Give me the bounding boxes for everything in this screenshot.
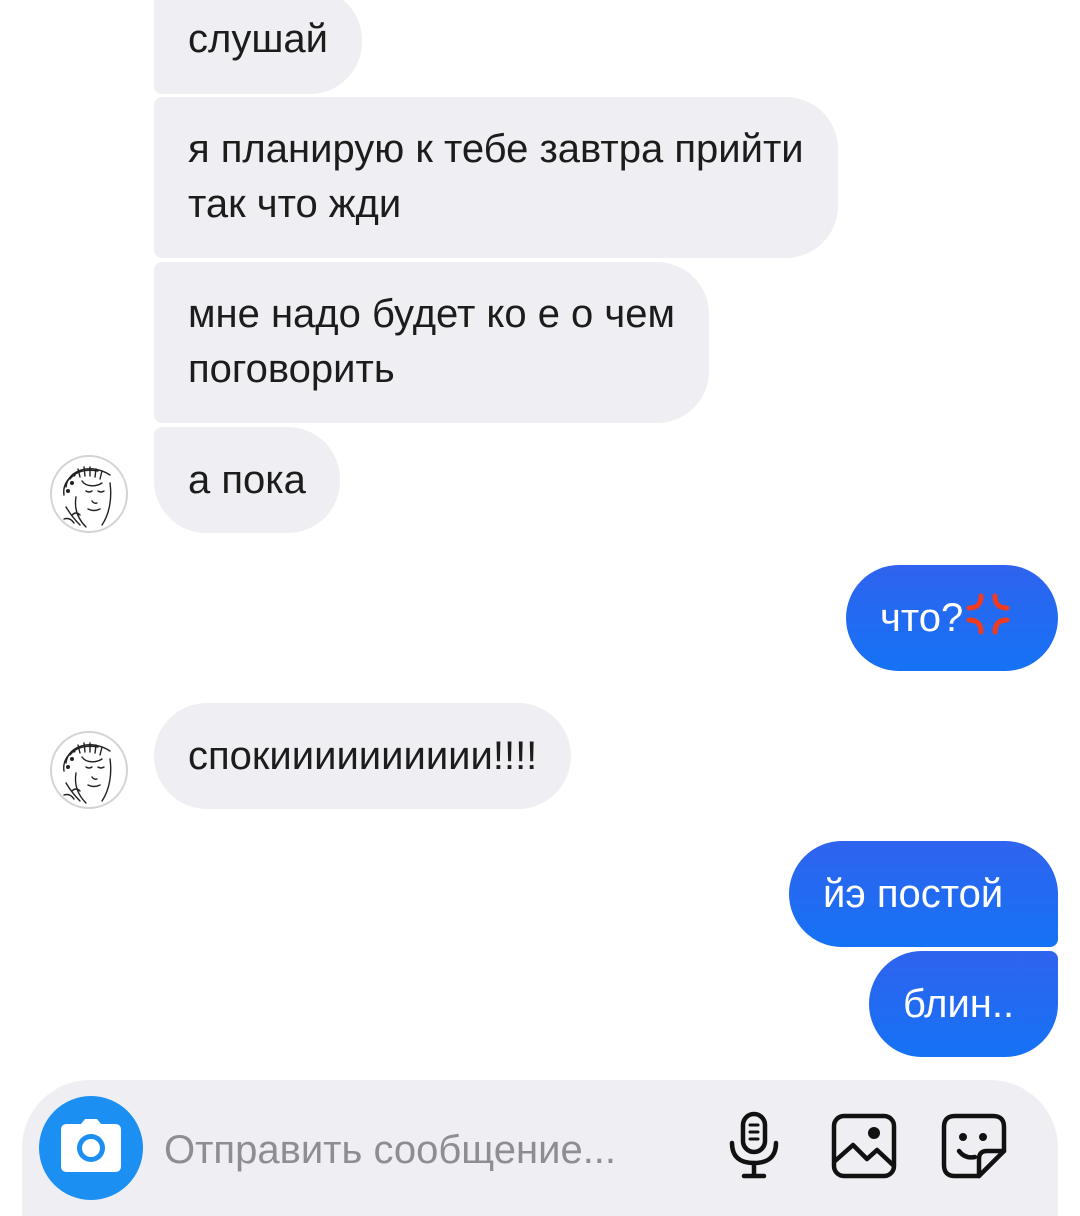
sticker-button[interactable] <box>939 1110 1009 1186</box>
message-text: йэ постой <box>823 872 1004 916</box>
image-gallery-icon <box>831 1113 897 1184</box>
message-input[interactable] <box>164 1115 704 1185</box>
sticker-icon <box>941 1113 1007 1184</box>
message-text: а пока <box>188 458 306 502</box>
gallery-button[interactable] <box>829 1110 899 1186</box>
contact-avatar[interactable] <box>50 455 128 533</box>
message-bubble-incoming[interactable]: я планирую к тебе завтра прийти так что … <box>154 97 838 258</box>
message-text: спокииииииииии!!!! <box>188 734 538 778</box>
message-bubble-incoming[interactable]: мне надо будет ко е о чем поговорить <box>154 262 709 423</box>
message-text: что? <box>880 596 964 640</box>
message-bubble-outgoing[interactable]: йэ постой <box>789 841 1058 947</box>
message-bubble-incoming[interactable]: спокииииииииии!!!! <box>154 703 572 809</box>
camera-button[interactable] <box>39 1096 143 1200</box>
message-bubble-incoming[interactable]: слушай <box>154 0 363 94</box>
message-bubble-incoming[interactable]: а пока <box>154 427 340 533</box>
message-text-line: так что жди <box>188 182 402 226</box>
contact-avatar[interactable] <box>50 731 128 809</box>
message-text-line: я планирую к тебе завтра прийти <box>188 127 804 171</box>
message-text-line: мне надо будет ко е о чем <box>188 292 675 336</box>
anger-symbol-emoji <box>965 591 1011 652</box>
message-text-line: поговорить <box>188 347 395 391</box>
camera-icon <box>59 1118 123 1179</box>
message-text: блин.. <box>903 982 1015 1026</box>
microphone-button[interactable] <box>719 1110 789 1186</box>
microphone-icon <box>726 1111 782 1186</box>
message-text: слушай <box>188 17 329 61</box>
message-bubble-outgoing[interactable]: что? <box>846 565 1058 671</box>
message-bubble-outgoing[interactable]: блин.. <box>869 951 1058 1057</box>
